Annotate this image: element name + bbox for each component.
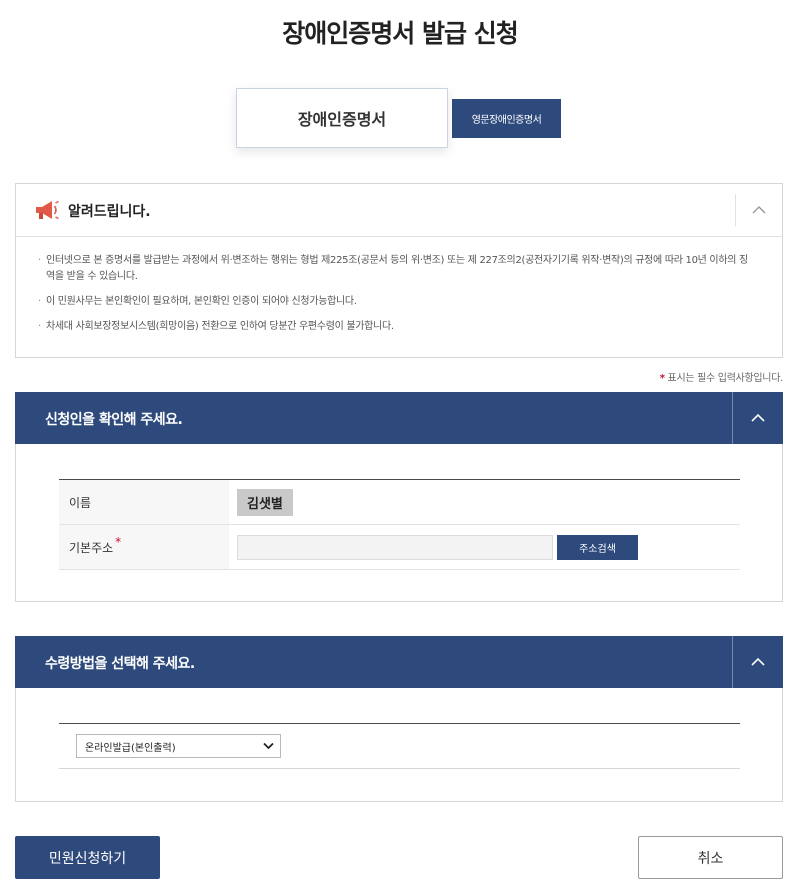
notice-item: 인터넷으로 본 증명서를 발급받는 과정에서 위·변조하는 행위는 형법 제22… xyxy=(38,253,754,285)
address-row: 기본주소 * 주소검색 xyxy=(59,525,740,570)
cancel-button[interactable]: 취소 xyxy=(638,836,783,879)
applicant-section: 신청인을 확인해 주세요. 이름 김샛별 기본주소 * 주소검색 xyxy=(15,392,783,602)
receipt-method-select[interactable]: 온라인발급(본인출력) xyxy=(76,734,281,758)
receipt-section: 수령방법을 선택해 주세요. 온라인발급(본인출력) xyxy=(15,636,783,802)
name-value-cell: 김샛별 xyxy=(229,488,293,516)
receipt-form-table: 온라인발급(본인출력) xyxy=(59,723,740,769)
name-label: 이름 xyxy=(59,480,229,524)
receipt-method-value: 온라인발급(본인출력) xyxy=(85,742,176,754)
applicant-collapse-button[interactable] xyxy=(732,392,783,444)
address-label-cell: 기본주소 * xyxy=(59,525,229,569)
receipt-collapse-button[interactable] xyxy=(732,636,783,688)
name-row: 이름 김샛별 xyxy=(59,480,740,525)
receipt-section-title: 수령방법을 선택해 주세요. xyxy=(45,656,195,672)
notice-item: 이 민원사무는 본인확인이 필요하며, 본인확인 인증이 되어야 신청가능합니다… xyxy=(38,294,754,310)
tab-english-disability-certificate[interactable]: 영문장애인증명서 xyxy=(452,99,561,138)
required-fields-note: * 표시는 필수 입력사항입니다. xyxy=(660,369,784,384)
address-search-button[interactable]: 주소검색 xyxy=(557,534,638,560)
address-label: 기본주소 xyxy=(69,540,114,555)
megaphone-icon xyxy=(36,200,59,220)
address-input[interactable] xyxy=(237,534,553,560)
applicant-section-title: 신청인을 확인해 주세요. xyxy=(45,412,183,428)
notice-box: 알려드립니다. 인터넷으로 본 증명서를 발급받는 과정에서 위·변조하는 행위… xyxy=(15,183,783,358)
chevron-up-icon xyxy=(751,657,765,666)
notice-item: 차세대 사회보장정보시스템(희망이음) 전환으로 인하여 당분간 우편수령이 불… xyxy=(38,319,754,335)
chevron-up-icon xyxy=(751,413,765,422)
required-note-text: 표시는 필수 입력사항입니다. xyxy=(664,373,784,384)
receipt-method-row: 온라인발급(본인출력) xyxy=(59,724,740,769)
notice-header: 알려드립니다. xyxy=(16,184,782,237)
chevron-down-icon xyxy=(263,742,274,750)
notice-title: 알려드립니다. xyxy=(68,204,151,220)
notice-collapse-button[interactable] xyxy=(735,194,782,226)
chevron-up-icon xyxy=(752,206,766,214)
applicant-section-header: 신청인을 확인해 주세요. xyxy=(15,392,783,444)
notice-list: 인터넷으로 본 증명서를 발급받는 과정에서 위·변조하는 행위는 형법 제22… xyxy=(16,237,782,335)
tab-disability-certificate[interactable]: 장애인증명서 xyxy=(236,88,448,148)
page-title: 장애인증명서 발급 신청 xyxy=(282,19,518,48)
required-star: * xyxy=(115,535,122,549)
receipt-section-header: 수령방법을 선택해 주세요. xyxy=(15,636,783,688)
name-value: 김샛별 xyxy=(237,488,293,516)
applicant-form-table: 이름 김샛별 기본주소 * 주소검색 xyxy=(59,479,740,570)
apply-button[interactable]: 민원신청하기 xyxy=(15,836,160,879)
address-value-cell: 주소검색 xyxy=(229,534,638,560)
